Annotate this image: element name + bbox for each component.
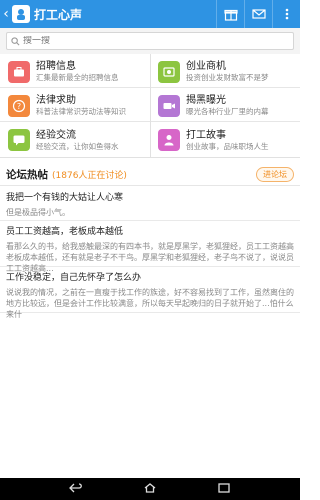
category-exposure[interactable]: 揭黑曝光 曝光各种行业厂里的内幕 xyxy=(150,90,300,122)
post-item[interactable]: 工作没稳定，自己先怀孕了怎么办 说说我的情况，之前在一直瘦于找工作的族途，好不容… xyxy=(0,267,300,319)
mail-icon xyxy=(251,9,266,19)
post-title: 员工工资越高，老板成本越低 xyxy=(6,227,124,237)
category-title: 招聘信息 xyxy=(36,61,76,72)
enter-forum-button[interactable]: 进论坛 xyxy=(256,167,294,182)
post-title: 我把一个有钱的大姑让人心寒 xyxy=(6,193,124,203)
back-icon[interactable]: ‹ xyxy=(0,0,12,28)
category-title: 揭黑曝光 xyxy=(186,95,226,106)
chat-icon xyxy=(8,129,30,151)
search-input[interactable] xyxy=(23,36,293,46)
category-title: 经验交流 xyxy=(36,129,76,141)
category-subtitle: 科普法律常识劳动法等知识 xyxy=(36,107,126,116)
search-icon xyxy=(11,36,20,45)
post-title: 工作没稳定，自己先怀孕了怎么办 xyxy=(6,273,142,283)
back-nav-icon[interactable] xyxy=(69,482,83,496)
system-nav-bar xyxy=(0,478,300,500)
post-excerpt: 说说我的情况，之前在一直瘦于找工作的族途，好不容易找到了工作，虽然离住的地方比较… xyxy=(6,288,294,319)
question-icon: ? xyxy=(8,94,30,117)
category-legal[interactable]: ? 法律求助 科普法律常识劳动法等知识 xyxy=(0,90,150,122)
gift-icon xyxy=(223,9,238,21)
svg-text:?: ? xyxy=(17,102,21,111)
category-title: 创业商机 xyxy=(186,61,226,72)
category-experience[interactable]: 经验交流 经验交流，让你如鱼得水 xyxy=(0,124,150,156)
mail-button[interactable] xyxy=(244,0,272,28)
category-subtitle: 经验交流，让你如鱼得水 xyxy=(36,141,119,151)
recent-apps-nav-icon[interactable] xyxy=(217,482,231,496)
category-business[interactable]: 创业商机 投资创业发财致富不是梦 xyxy=(150,56,300,88)
category-subtitle: 曝光各种行业厂里的内幕 xyxy=(186,107,269,116)
category-stories[interactable]: 打工故事 创业故事，品味职场人生 xyxy=(150,124,300,156)
home-nav-icon[interactable] xyxy=(143,482,157,496)
category-recruitment[interactable]: 招聘信息 汇集最新最全的招聘信息 xyxy=(0,56,150,88)
search-bar xyxy=(0,28,300,54)
post-item[interactable]: 我把一个有钱的大姑让人心寒 但是极品得小气。 xyxy=(0,187,300,221)
briefcase-icon xyxy=(8,60,30,83)
post-item[interactable]: 员工工资越高，老板成本越低 看那么久的书，给我感触最深的有四本书，就是厚黑学，老… xyxy=(0,221,300,273)
money-icon xyxy=(158,60,180,83)
category-subtitle: 投资创业发财致富不是梦 xyxy=(186,73,269,82)
person-icon xyxy=(158,129,180,151)
app-title: 打工心声 xyxy=(34,7,83,22)
camera-icon xyxy=(158,94,180,117)
app-bar: ‹ 打工心声 xyxy=(0,0,300,28)
more-vert-icon xyxy=(285,8,288,20)
search-box[interactable] xyxy=(6,32,294,50)
category-subtitle: 汇集最新最全的招聘信息 xyxy=(36,73,119,82)
gift-button[interactable] xyxy=(216,0,244,28)
forum-header: 论坛热帖 (1876人正在讨论) 进论坛 xyxy=(0,164,300,186)
grid-divider xyxy=(150,54,151,158)
more-button[interactable] xyxy=(272,0,300,28)
app-logo-icon xyxy=(12,5,30,23)
category-title: 打工故事 xyxy=(186,129,226,141)
category-title: 法律求助 xyxy=(36,95,76,106)
post-excerpt: 但是极品得小气。 xyxy=(6,208,70,217)
forum-online-count: (1876人正在讨论) xyxy=(52,171,127,181)
category-subtitle: 创业故事，品味职场人生 xyxy=(186,141,269,151)
forum-heading: 论坛热帖 xyxy=(6,169,48,181)
